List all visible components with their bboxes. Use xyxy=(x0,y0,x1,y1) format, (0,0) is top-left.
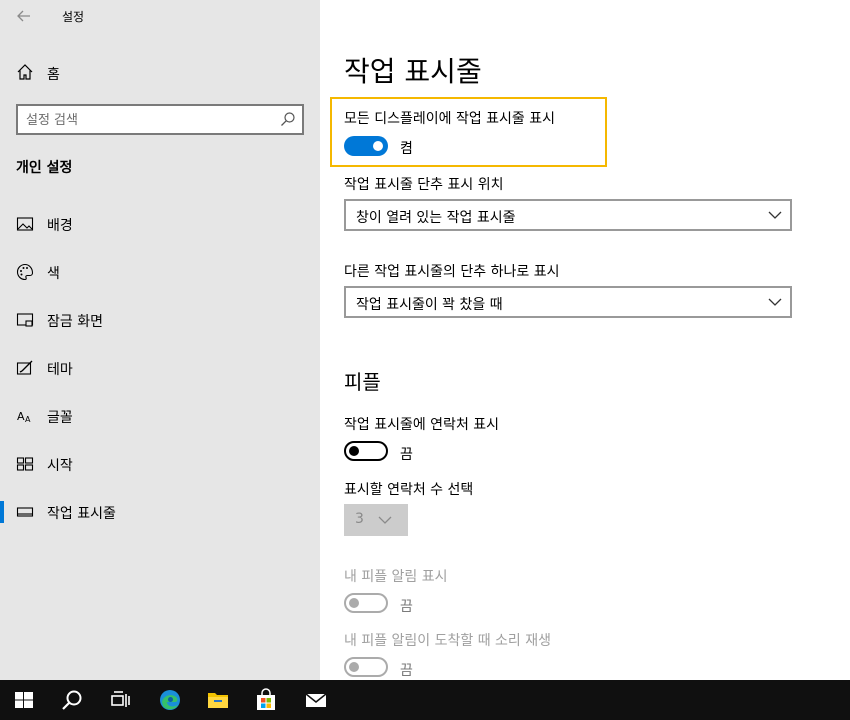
title-bar: 설정 xyxy=(0,0,320,32)
chevron-down-icon xyxy=(768,298,782,306)
sidebar-item-label: 글꼴 xyxy=(47,410,73,426)
palette-icon xyxy=(17,263,34,281)
search-icon[interactable] xyxy=(280,111,296,127)
button-position-dropdown[interactable]: 창이 열려 있는 작업 표시줄 xyxy=(344,199,792,231)
sidebar: 설정 홈 개인 설정 배경 색 잠금 화면 테마 AA 글꼴 시작 작업 표시줄 xyxy=(0,0,320,680)
sidebar-item-label: 색 xyxy=(47,266,60,282)
settings-search-box[interactable] xyxy=(16,104,304,135)
edge-button[interactable] xyxy=(146,680,194,720)
button-position-label: 작업 표시줄 단추 표시 위치 xyxy=(344,177,504,193)
show-contacts-state: 끔 xyxy=(400,447,413,463)
sidebar-item-label: 시작 xyxy=(47,458,73,474)
toggle-knob xyxy=(373,141,383,151)
file-explorer-button[interactable] xyxy=(194,680,242,720)
show-notifications-toggle xyxy=(344,593,388,613)
sidebar-item-color[interactable]: 색 xyxy=(0,252,320,292)
show-notifications-state: 끔 xyxy=(400,599,413,615)
edge-icon xyxy=(160,690,180,710)
sidebar-item-label: 잠금 화면 xyxy=(47,314,103,330)
taskbar-search-button[interactable] xyxy=(48,680,96,720)
sidebar-item-lock-screen[interactable]: 잠금 화면 xyxy=(0,300,320,340)
back-arrow-icon xyxy=(17,10,30,22)
chevron-down-icon xyxy=(768,211,782,219)
task-view-button[interactable] xyxy=(96,680,144,720)
play-sound-label: 내 피플 알림이 도착할 때 소리 재생 xyxy=(344,633,552,649)
home-icon xyxy=(17,64,33,80)
sidebar-item-label: 홈 xyxy=(47,67,60,83)
svg-text:A: A xyxy=(17,410,25,423)
sidebar-item-themes[interactable]: 테마 xyxy=(0,348,320,388)
start-icon xyxy=(16,457,34,471)
section-label: 개인 설정 xyxy=(16,160,73,176)
select-value: 3 xyxy=(355,511,364,527)
combine-buttons-label: 다른 작업 표시줄의 단추 하나로 표시 xyxy=(344,264,560,280)
task-view-icon xyxy=(111,691,130,707)
font-icon: AA xyxy=(17,410,31,424)
active-indicator xyxy=(0,501,4,523)
sidebar-item-label: 테마 xyxy=(47,362,73,378)
sidebar-item-home[interactable]: 홈 xyxy=(0,58,320,88)
all-displays-label: 모든 디스플레이에 작업 표시줄 표시 xyxy=(344,111,555,127)
sidebar-item-label: 배경 xyxy=(47,218,73,234)
sidebar-item-label: 작업 표시줄 xyxy=(47,506,116,522)
toggle-knob xyxy=(349,598,359,608)
start-button[interactable] xyxy=(0,680,48,720)
taskbar-icon xyxy=(16,507,34,517)
contact-count-label: 표시할 연락처 수 선택 xyxy=(344,482,474,498)
all-displays-toggle[interactable] xyxy=(344,136,388,156)
windows-start-icon xyxy=(15,692,33,708)
dropdown-value: 작업 표시줄이 꽉 찼을 때 xyxy=(356,297,503,313)
all-displays-state: 켬 xyxy=(400,141,413,157)
sidebar-item-start[interactable]: 시작 xyxy=(0,444,320,484)
windows-taskbar xyxy=(0,680,850,720)
store-icon xyxy=(257,688,275,710)
people-heading: 피플 xyxy=(344,370,381,394)
store-button[interactable] xyxy=(242,680,290,720)
play-sound-toggle xyxy=(344,657,388,677)
toggle-knob xyxy=(349,662,359,672)
lock-screen-icon xyxy=(16,313,34,327)
picture-icon xyxy=(16,217,34,231)
toggle-knob xyxy=(349,446,359,456)
mail-icon xyxy=(305,693,327,707)
dropdown-value: 창이 열려 있는 작업 표시줄 xyxy=(356,210,516,226)
show-contacts-toggle[interactable] xyxy=(344,441,388,461)
search-input[interactable] xyxy=(26,110,266,130)
back-button[interactable] xyxy=(14,6,34,26)
show-contacts-label: 작업 표시줄에 연락처 표시 xyxy=(344,417,500,433)
sidebar-item-background[interactable]: 배경 xyxy=(0,204,320,244)
play-sound-state: 끔 xyxy=(400,663,413,679)
sidebar-item-taskbar[interactable]: 작업 표시줄 xyxy=(0,492,320,532)
page-title: 작업 표시줄 xyxy=(344,55,482,88)
file-explorer-icon xyxy=(208,693,228,708)
combine-buttons-dropdown[interactable]: 작업 표시줄이 꽉 찼을 때 xyxy=(344,286,792,318)
theme-icon xyxy=(16,360,33,375)
app-title: 설정 xyxy=(62,10,85,24)
sidebar-item-fonts[interactable]: AA 글꼴 xyxy=(0,396,320,436)
contact-count-select: 3 xyxy=(344,504,408,536)
show-notifications-label: 내 피플 알림 표시 xyxy=(344,569,448,585)
svg-text:A: A xyxy=(25,415,31,424)
chevron-down-icon xyxy=(378,516,392,524)
mail-button[interactable] xyxy=(292,680,340,720)
search-icon xyxy=(62,690,82,710)
